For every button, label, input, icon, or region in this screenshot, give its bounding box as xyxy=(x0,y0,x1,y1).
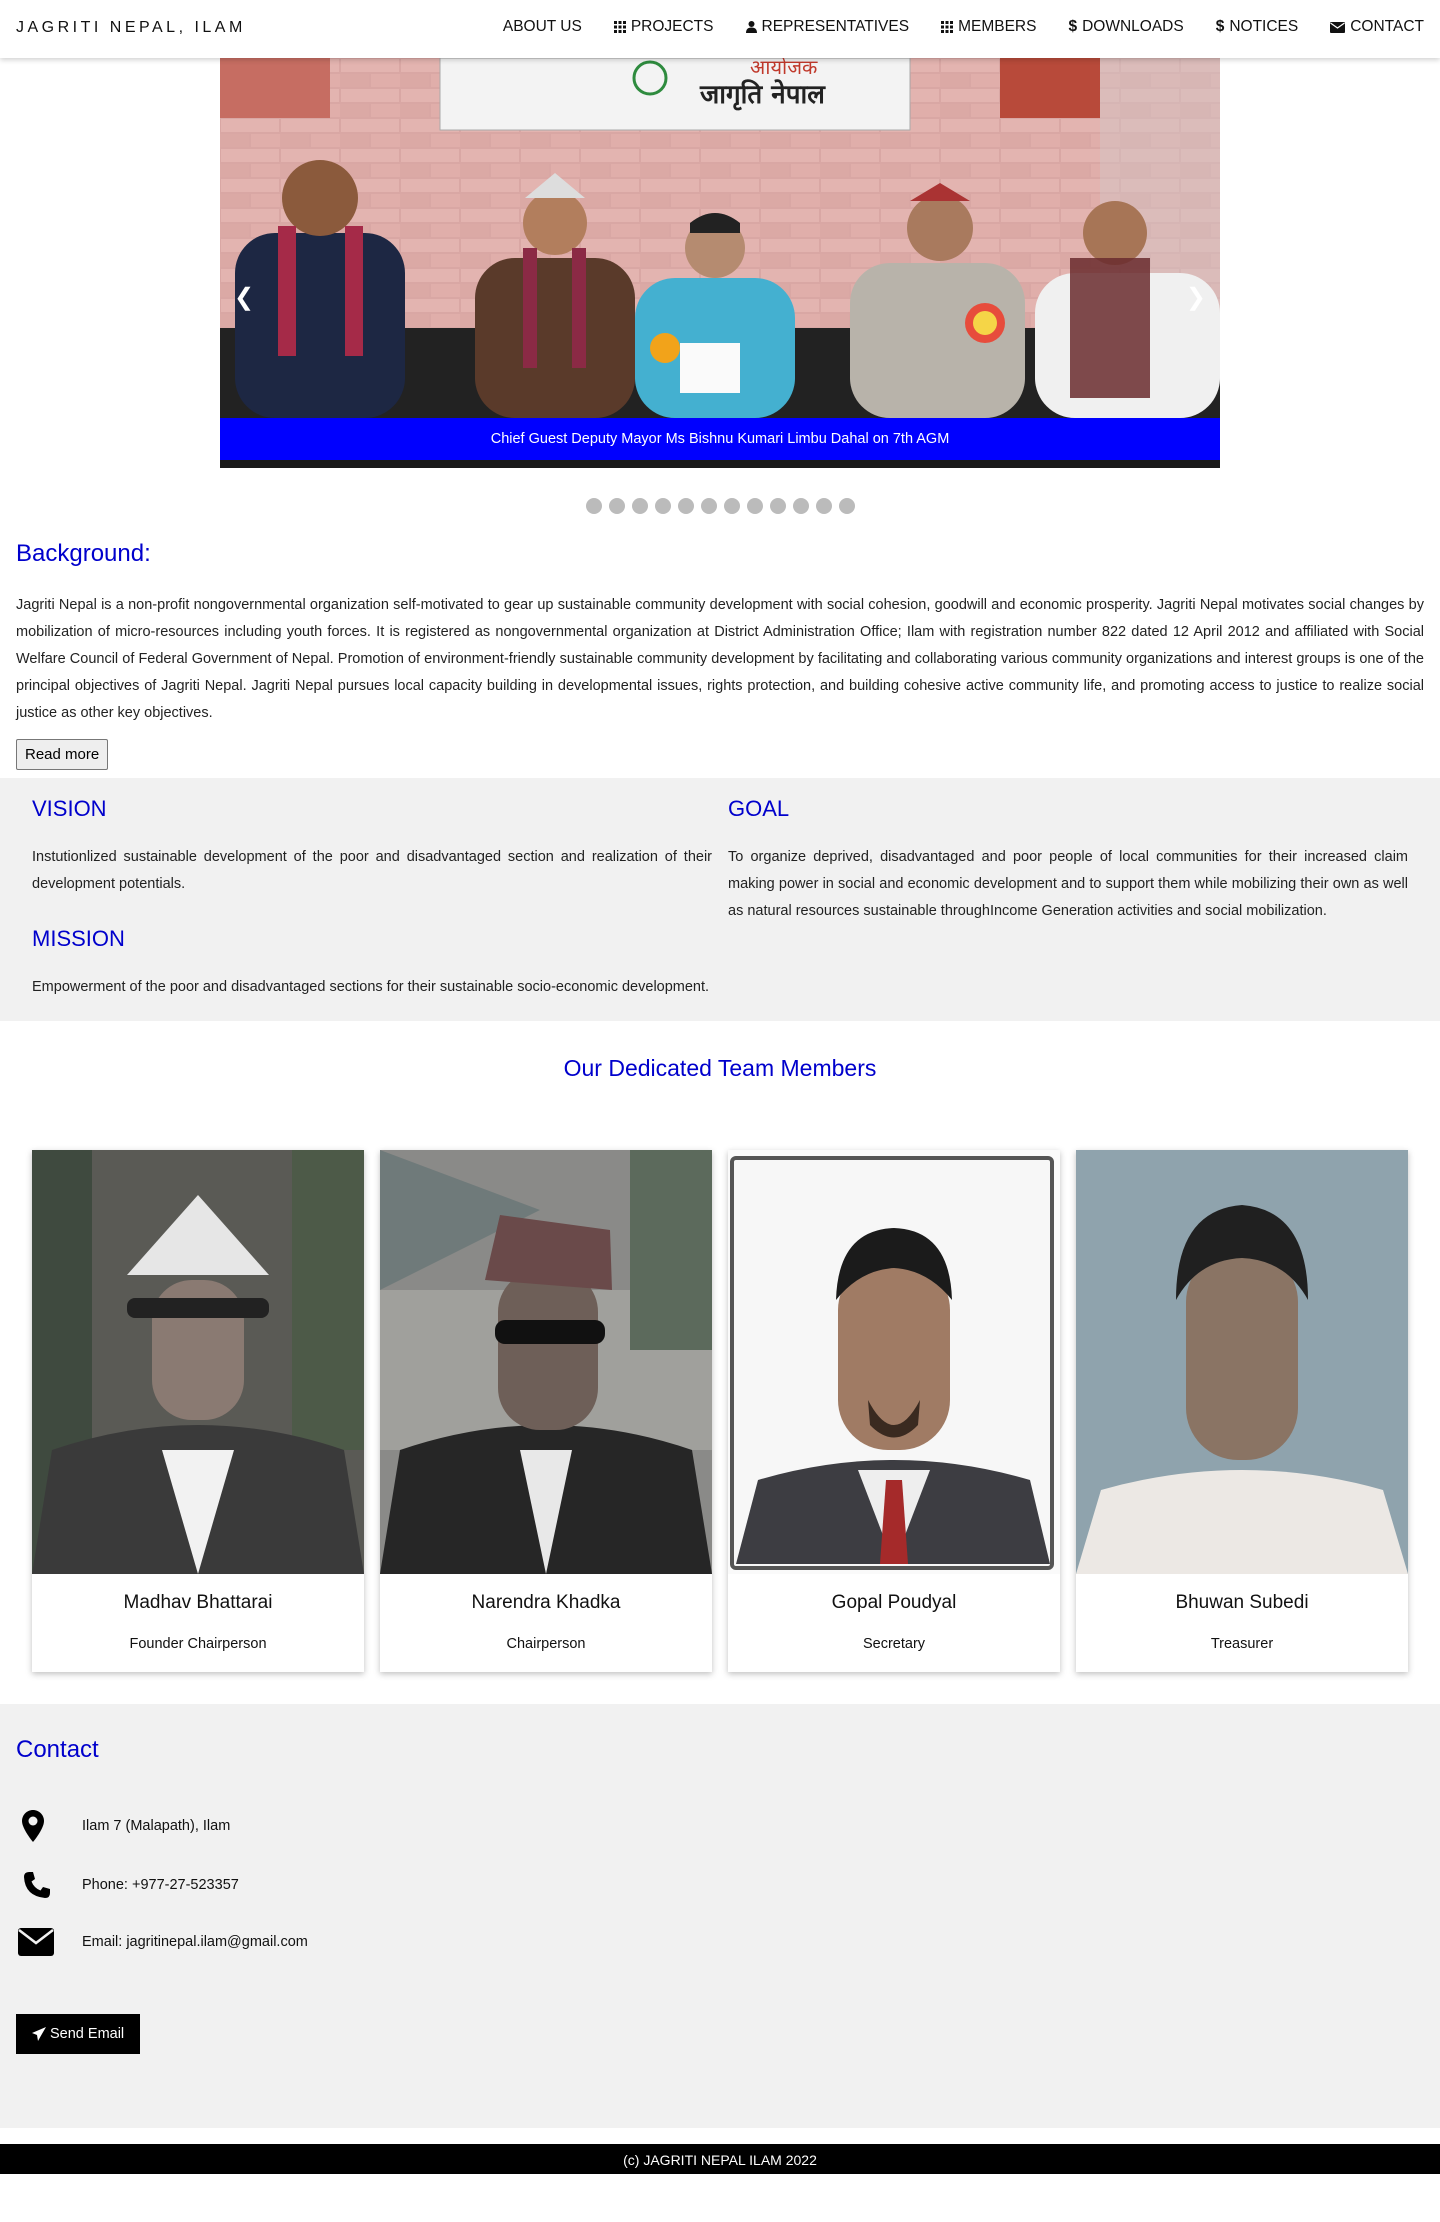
nav-label: PROJECTS xyxy=(630,18,714,35)
team-member-card[interactable]: Madhav Bhattarai Founder Chairperson xyxy=(32,1150,364,1672)
vision-mission-column: VISION Instutionlized sustainable develo… xyxy=(32,796,712,1001)
banner-text-main: जागृति नेपाल xyxy=(699,79,826,111)
mission-text: Empowerment of the poor and disadvantage… xyxy=(32,979,710,995)
phone-icon xyxy=(16,1870,82,1900)
address-text: Ilam 7 (Malapath), Ilam xyxy=(82,1818,231,1834)
dollar-icon: $ xyxy=(1215,18,1225,35)
goal-title: GOAL xyxy=(728,796,790,821)
goal-column: GOAL To organize deprived, disadvantaged… xyxy=(728,796,1408,1001)
goal-text: To organize deprived, disadvantaged and … xyxy=(728,849,1408,919)
read-more-button[interactable]: Read more xyxy=(16,739,109,770)
background-text: Jagriti Nepal is a non-profit nongovernm… xyxy=(16,597,1424,721)
slide-photo: आयोजक जागृति नेपाल xyxy=(220,58,1220,468)
paper-plane-icon xyxy=(32,2027,46,2041)
slide-caption: Chief Guest Deputy Mayor Ms Bishnu Kumar… xyxy=(220,418,1220,460)
phone-text: Phone: +977-27-523357 xyxy=(82,1877,239,1893)
slider-dot[interactable] xyxy=(585,498,602,514)
grid-icon xyxy=(941,21,954,33)
nav-label: MEMBERS xyxy=(958,18,1037,35)
nav-members[interactable]: MEMBERS xyxy=(941,18,1036,36)
site-brand[interactable]: JAGRITI NEPAL, ILAM xyxy=(16,19,246,37)
banner-text-top: आयोजक xyxy=(750,58,818,79)
slider-dot[interactable] xyxy=(654,498,671,514)
nav-label: REPRESENTATIVES xyxy=(761,18,910,35)
nav-about-us[interactable]: ABOUT US xyxy=(503,18,582,36)
slider-dot[interactable] xyxy=(677,498,694,514)
nav-notices[interactable]: $ NOTICES xyxy=(1216,18,1299,36)
top-navbar: JAGRITI NEPAL, ILAM ABOUT US PROJECTS RE… xyxy=(0,0,1440,58)
dollar-icon: $ xyxy=(1068,18,1078,35)
slider-next-arrow[interactable]: ❯ xyxy=(1186,283,1206,312)
team-member-card[interactable]: Bhuwan Subedi Treasurer xyxy=(1076,1150,1408,1672)
contact-title: Contact xyxy=(16,1736,99,1763)
map-marker-icon xyxy=(16,1810,82,1842)
member-name: Madhav Bhattarai xyxy=(123,1592,273,1613)
slider-dot[interactable] xyxy=(631,498,648,514)
member-photo xyxy=(1076,1150,1408,1574)
send-email-label: Send Email xyxy=(50,2026,125,2042)
nav-label: NOTICES xyxy=(1229,18,1299,35)
image-slider: आयोजक जागृति नेपाल ❮ ❯ Chief Guest Deput… xyxy=(220,58,1220,468)
nav-label: ABOUT US xyxy=(502,18,582,35)
slider-prev-arrow[interactable]: ❮ xyxy=(234,283,254,312)
slider-dot[interactable] xyxy=(746,498,763,514)
slider-dot[interactable] xyxy=(815,498,832,514)
nav-downloads[interactable]: $ DOWNLOADS xyxy=(1068,18,1183,36)
slider-dot[interactable] xyxy=(723,498,740,514)
user-icon xyxy=(745,21,757,33)
member-photo xyxy=(32,1150,364,1574)
background-title: Background: xyxy=(16,540,151,567)
team-member-card[interactable]: Narendra Khadka Chairperson xyxy=(380,1150,712,1672)
contact-address: Ilam 7 (Malapath), Ilam xyxy=(16,1810,1424,1842)
team-member-card[interactable]: Gopal Poudyal Secretary xyxy=(728,1150,1060,1672)
envelope-icon xyxy=(16,1928,82,1956)
slider-dot[interactable] xyxy=(769,498,786,514)
nav-representatives[interactable]: REPRESENTATIVES xyxy=(745,18,910,36)
slider-dot[interactable] xyxy=(792,498,809,514)
team-title: Our Dedicated Team Members xyxy=(563,1055,877,1081)
nav-projects[interactable]: PROJECTS xyxy=(613,18,714,36)
footer: (c) JAGRITI NEPAL ILAM 2022 xyxy=(0,2144,1440,2174)
slider-dot[interactable] xyxy=(700,498,717,514)
slider-dot[interactable] xyxy=(838,498,855,514)
team-members: Madhav Bhattarai Founder Chairperson Nar… xyxy=(0,1150,1440,1672)
member-name: Narendra Khadka xyxy=(471,1592,621,1613)
slider-dot[interactable] xyxy=(608,498,625,514)
member-role: Secretary xyxy=(862,1636,926,1652)
member-name: Gopal Poudyal xyxy=(831,1592,957,1613)
member-role: Founder Chairperson xyxy=(129,1636,267,1652)
nav-label: CONTACT xyxy=(1350,18,1424,35)
nav-contact[interactable]: CONTACT xyxy=(1330,18,1424,36)
send-email-button[interactable]: Send Email xyxy=(16,2014,141,2054)
member-photo xyxy=(728,1150,1060,1574)
vision-title: VISION xyxy=(32,796,107,821)
vision-goal-section: VISION Instutionlized sustainable develo… xyxy=(0,778,1440,1021)
contact-phone: Phone: +977-27-523357 xyxy=(16,1870,1424,1900)
member-photo xyxy=(380,1150,712,1574)
member-role: Treasurer xyxy=(1210,1636,1274,1652)
nav-label: DOWNLOADS xyxy=(1082,18,1184,35)
vision-text: Instutionlized sustainable development o… xyxy=(32,849,712,892)
member-name: Bhuwan Subedi xyxy=(1175,1592,1309,1613)
mission-title: MISSION xyxy=(32,926,125,951)
email-text: Email: jagritinepal.ilam@gmail.com xyxy=(82,1934,308,1950)
envelope-icon xyxy=(1330,21,1346,33)
contact-email: Email: jagritinepal.ilam@gmail.com xyxy=(16,1928,1424,1956)
slider-dots xyxy=(0,498,1440,514)
member-role: Chairperson xyxy=(506,1636,586,1652)
main-nav: ABOUT US PROJECTS REPRESENTATIVES MEMBER… xyxy=(471,18,1424,36)
contact-section: Contact Ilam 7 (Malapath), Ilam Phone: +… xyxy=(0,1704,1440,2128)
background-section: Background: Jagriti Nepal is a non-profi… xyxy=(0,540,1440,770)
grid-icon xyxy=(613,21,626,33)
